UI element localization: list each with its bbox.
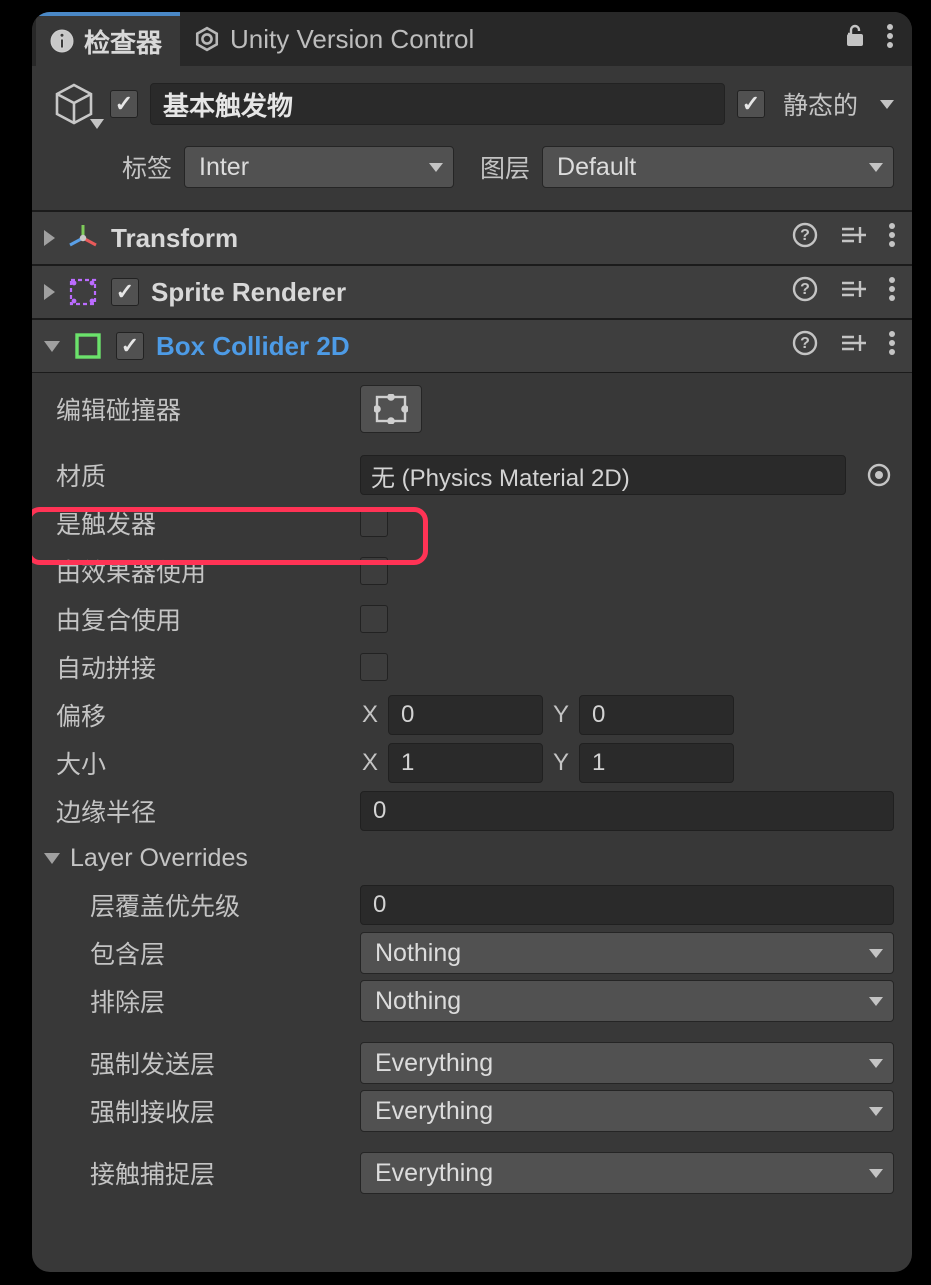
is-trigger-checkbox[interactable] [360, 509, 388, 537]
help-icon[interactable]: ? [792, 330, 818, 363]
preset-icon[interactable] [840, 277, 866, 308]
svg-text:?: ? [800, 335, 810, 352]
component-boxcollider-header[interactable]: Box Collider 2D ? [32, 319, 912, 373]
offset-y-input[interactable] [579, 695, 734, 735]
edge-radius-input[interactable] [360, 791, 894, 831]
chevron-down-icon [429, 163, 443, 172]
preset-icon[interactable] [840, 331, 866, 362]
component-boxcollider-title: Box Collider 2D [156, 331, 350, 362]
icon-dropdown[interactable] [90, 108, 104, 136]
static-checkbox[interactable] [737, 90, 765, 118]
contact-capture-dropdown[interactable]: Everything [360, 1152, 894, 1194]
foldout-icon [44, 853, 60, 864]
sprite-enabled-checkbox[interactable] [111, 278, 139, 306]
tab-inspector[interactable]: 检查器 [36, 12, 180, 66]
object-picker-icon[interactable] [864, 460, 894, 490]
help-icon[interactable]: ? [792, 222, 818, 255]
chevron-down-icon [869, 1107, 883, 1116]
material-label: 材质 [50, 457, 350, 493]
layer-value: Default [557, 153, 636, 182]
used-by-effector-label: 由效果器使用 [50, 553, 350, 589]
size-label: 大小 [50, 745, 350, 781]
edit-collider-label: 编辑碰撞器 [50, 391, 350, 427]
exclude-layers-label: 排除层 [50, 983, 350, 1019]
y-label: Y [551, 749, 571, 777]
tab-uvc-label: Unity Version Control [230, 24, 474, 55]
x-label: X [360, 701, 380, 729]
force-send-label: 强制发送层 [50, 1045, 350, 1081]
hexagon-icon [194, 26, 220, 52]
layer-overrides-foldout[interactable]: Layer Overrides [44, 835, 894, 881]
preset-icon[interactable] [840, 223, 866, 254]
layer-dropdown[interactable]: Default [542, 146, 894, 188]
tag-label: 标签 [122, 149, 172, 185]
component-list: Transform ? Sprite Renderer ? [32, 210, 912, 1207]
component-transform-title: Transform [111, 223, 238, 254]
foldout-icon[interactable] [44, 230, 55, 246]
exclude-layers-dropdown[interactable]: Nothing [360, 980, 894, 1022]
edit-collider-button[interactable] [360, 385, 422, 433]
info-icon [50, 29, 74, 53]
auto-tiling-checkbox[interactable] [360, 653, 388, 681]
tab-uvc[interactable]: Unity Version Control [180, 12, 492, 66]
gameobject-active-checkbox[interactable] [110, 90, 138, 118]
x-label: X [360, 749, 380, 777]
foldout-icon[interactable] [44, 341, 60, 352]
sprite-icon [67, 276, 99, 308]
kebab-icon[interactable] [888, 222, 896, 255]
used-by-composite-checkbox[interactable] [360, 605, 388, 633]
layer-override-priority-label: 层覆盖优先级 [50, 887, 350, 923]
layer-override-priority-input[interactable] [360, 885, 894, 925]
kebab-icon[interactable] [888, 330, 896, 363]
chevron-down-icon [869, 949, 883, 958]
gameobject-name-input[interactable] [150, 83, 725, 125]
kebab-icon[interactable] [888, 276, 896, 309]
force-recv-dropdown[interactable]: Everything [360, 1090, 894, 1132]
boxcollider-body: 编辑碰撞器 材质 无 (Physics Material 2D) 是触发器 [32, 373, 912, 1207]
auto-tiling-label: 自动拼接 [50, 649, 350, 685]
svg-text:?: ? [800, 227, 810, 244]
used-by-effector-checkbox[interactable] [360, 557, 388, 585]
size-x-input[interactable] [388, 743, 543, 783]
chevron-down-icon [869, 1059, 883, 1068]
contact-capture-label: 接触捕捉层 [50, 1155, 350, 1191]
gameobject-header: 静态的 标签 Inter 图层 Default [32, 66, 912, 198]
inspector-window: 检查器 Unity Version Control [32, 12, 912, 1272]
component-sprite-title: Sprite Renderer [151, 277, 346, 308]
force-recv-label: 强制接收层 [50, 1093, 350, 1129]
tag-dropdown[interactable]: Inter [184, 146, 454, 188]
layer-label: 图层 [480, 149, 530, 185]
used-by-composite-label: 由复合使用 [50, 601, 350, 637]
boxcollider-enabled-checkbox[interactable] [116, 332, 144, 360]
material-field[interactable]: 无 (Physics Material 2D) [360, 455, 846, 495]
transform-icon [67, 222, 99, 254]
static-dropdown[interactable] [880, 100, 894, 109]
layer-overrides-label: Layer Overrides [70, 844, 248, 873]
tag-value: Inter [199, 153, 249, 182]
size-y-input[interactable] [579, 743, 734, 783]
help-icon[interactable]: ? [792, 276, 818, 309]
tab-bar: 检查器 Unity Version Control [32, 12, 912, 66]
include-layers-dropdown[interactable]: Nothing [360, 932, 894, 974]
force-send-dropdown[interactable]: Everything [360, 1042, 894, 1084]
y-label: Y [551, 701, 571, 729]
is-trigger-row: 是触发器 [50, 499, 894, 547]
include-layers-label: 包含层 [50, 935, 350, 971]
component-transform-header[interactable]: Transform ? [32, 211, 912, 265]
static-label: 静态的 [783, 86, 858, 122]
chevron-down-icon [869, 1169, 883, 1178]
offset-x-input[interactable] [388, 695, 543, 735]
chevron-down-icon [869, 997, 883, 1006]
kebab-icon[interactable] [886, 23, 894, 56]
component-sprite-header[interactable]: Sprite Renderer ? [32, 265, 912, 319]
tab-inspector-label: 检查器 [84, 23, 162, 60]
is-trigger-label: 是触发器 [50, 505, 350, 541]
edge-radius-label: 边缘半径 [50, 793, 350, 829]
svg-text:?: ? [800, 281, 810, 298]
lock-icon[interactable] [844, 24, 866, 55]
boxcollider-icon [72, 330, 104, 362]
offset-label: 偏移 [50, 697, 350, 733]
foldout-icon[interactable] [44, 284, 55, 300]
chevron-down-icon [869, 163, 883, 172]
